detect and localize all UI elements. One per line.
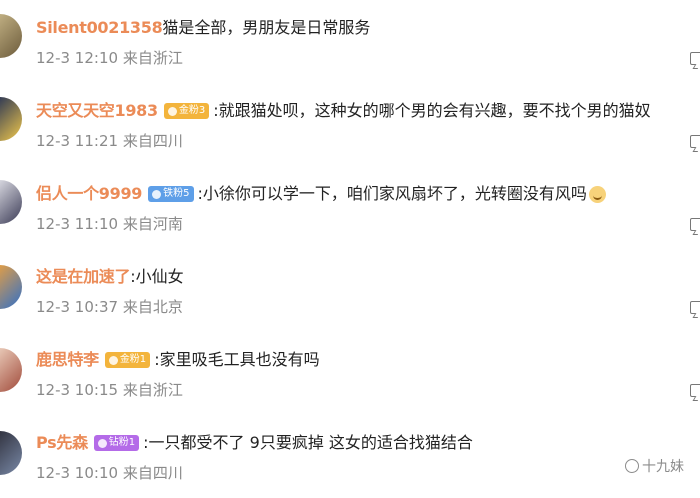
comment-time: 12-3 10:10 (36, 464, 119, 482)
avatar[interactable] (0, 348, 22, 392)
username[interactable]: 天空又天空1983 (36, 99, 158, 123)
reply-icon[interactable] (690, 218, 700, 231)
comment-item: 天空又天空1983 金粉3 :就跟猫处呗，这种女的哪个男的会有兴趣，要不找个男的… (0, 83, 700, 166)
comment-time: 12-3 12:10 (36, 49, 119, 67)
fan-badge: 金粉1 (104, 352, 151, 368)
comment-item: 侣人一个9999 铁粉5 :小徐你可以学一下，咱们家风扇坏了，光转圈没有风吗 1… (0, 166, 700, 249)
comment-location: 来自北京 (122, 298, 183, 316)
badge-label: 铁粉5 (163, 188, 190, 199)
username[interactable]: Silent0021358 (36, 16, 163, 40)
comment-text: :一只都受不了 9只要疯掉 这女的适合找猫结合 (143, 433, 473, 452)
comment-line: 鹿思特李 金粉1 :家里吸毛工具也没有吗 (36, 348, 320, 372)
comment-text: :小徐你可以学一下，咱们家风扇坏了，光转圈没有风吗 (197, 184, 587, 203)
username[interactable]: 这是在加速了 (36, 265, 131, 289)
badge-icon (97, 438, 107, 448)
badge-label: 金粉3 (178, 105, 206, 116)
reply-icon[interactable] (690, 384, 700, 397)
comment-item: Silent0021358 猫是全部，男朋友是日常服务 12-3 12:10 来… (0, 0, 700, 83)
comment-item: 这是在加速了 :小仙女 12-3 10:37 来自北京 (0, 249, 700, 332)
comment-time: 12-3 11:10 (36, 215, 119, 233)
watermark: 十九妹 (625, 456, 684, 476)
fan-badge: 铁粉5 (148, 186, 194, 202)
reply-icon[interactable] (690, 52, 700, 65)
comment-line: Silent0021358 猫是全部，男朋友是日常服务 (36, 16, 370, 40)
watermark-logo-icon (625, 459, 639, 473)
reply-icon[interactable] (690, 301, 700, 314)
avatar[interactable] (0, 180, 22, 224)
comment-location: 来自四川 (122, 464, 183, 482)
badge-icon (167, 106, 177, 116)
comment-line: 这是在加速了 :小仙女 (36, 265, 184, 289)
comment-meta: 12-3 12:10 来自浙江 (36, 48, 183, 68)
comment-location: 来自浙江 (122, 49, 183, 67)
comment-time: 12-3 11:21 (36, 132, 119, 150)
badge-label: 钻粉1 (108, 437, 136, 448)
badge-icon (152, 189, 162, 199)
comment-location: 来自四川 (122, 132, 183, 150)
comment-text: 猫是全部，男朋友是日常服务 (162, 18, 371, 37)
comment-text: :家里吸毛工具也没有吗 (154, 350, 320, 369)
comment-meta: 12-3 10:10 来自四川 (36, 463, 183, 483)
comment-line: 侣人一个9999 铁粉5 :小徐你可以学一下，咱们家风扇坏了，光转圈没有风吗 (36, 182, 606, 206)
reply-icon[interactable] (690, 135, 700, 148)
comment-item: Ps先森 钻粉1 :一只都受不了 9只要疯掉 这女的适合找猫结合 12-3 10… (0, 415, 700, 498)
comment-line: Ps先森 钻粉1 :一只都受不了 9只要疯掉 这女的适合找猫结合 (36, 431, 473, 455)
avatar[interactable] (0, 265, 22, 309)
watermark-text: 十九妹 (642, 459, 684, 475)
comment-meta: 12-3 11:21 来自四川 (36, 131, 183, 151)
badge-label: 金粉1 (119, 354, 147, 365)
comment-location: 来自河南 (122, 215, 183, 233)
avatar[interactable] (0, 14, 22, 58)
avatar[interactable] (0, 431, 22, 475)
comment-location: 来自浙江 (122, 381, 183, 399)
avatar[interactable] (0, 97, 22, 141)
comment-meta: 12-3 11:10 来自河南 (36, 214, 183, 234)
username[interactable]: Ps先森 (36, 431, 88, 455)
comment-time: 12-3 10:15 (36, 381, 119, 399)
badge-icon (108, 355, 118, 365)
comment-text: :就跟猫处呗，这种女的哪个男的会有兴趣，要不找个男的猫奴 (213, 101, 651, 120)
cat-emoji-icon (588, 185, 606, 203)
comment-meta: 12-3 10:37 来自北京 (36, 297, 183, 317)
comment-meta: 12-3 10:15 来自浙江 (36, 380, 183, 400)
fan-badge: 金粉3 (163, 103, 210, 119)
fan-badge: 钻粉1 (93, 435, 140, 451)
username[interactable]: 鹿思特李 (36, 348, 99, 372)
comment-line: 天空又天空1983 金粉3 :就跟猫处呗，这种女的哪个男的会有兴趣，要不找个男的… (36, 99, 651, 123)
comment-text: :小仙女 (130, 267, 184, 286)
comment-item: 鹿思特李 金粉1 :家里吸毛工具也没有吗 12-3 10:15 来自浙江 (0, 332, 700, 415)
comment-time: 12-3 10:37 (36, 298, 119, 316)
username[interactable]: 侣人一个9999 (36, 182, 142, 206)
